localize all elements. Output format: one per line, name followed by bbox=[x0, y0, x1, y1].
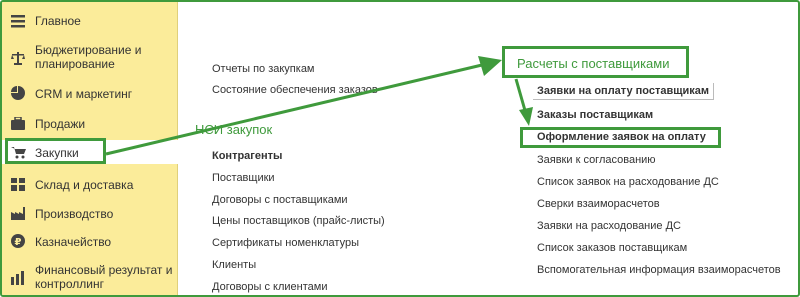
window-frame: Главное Бюджетирование и планирование CR… bbox=[0, 0, 800, 297]
arrow-head bbox=[478, 56, 502, 76]
arrow-line bbox=[514, 78, 528, 115]
annotation-arrows bbox=[105, 56, 533, 156]
arrow-line bbox=[105, 63, 483, 156]
arrow-head bbox=[519, 107, 533, 126]
